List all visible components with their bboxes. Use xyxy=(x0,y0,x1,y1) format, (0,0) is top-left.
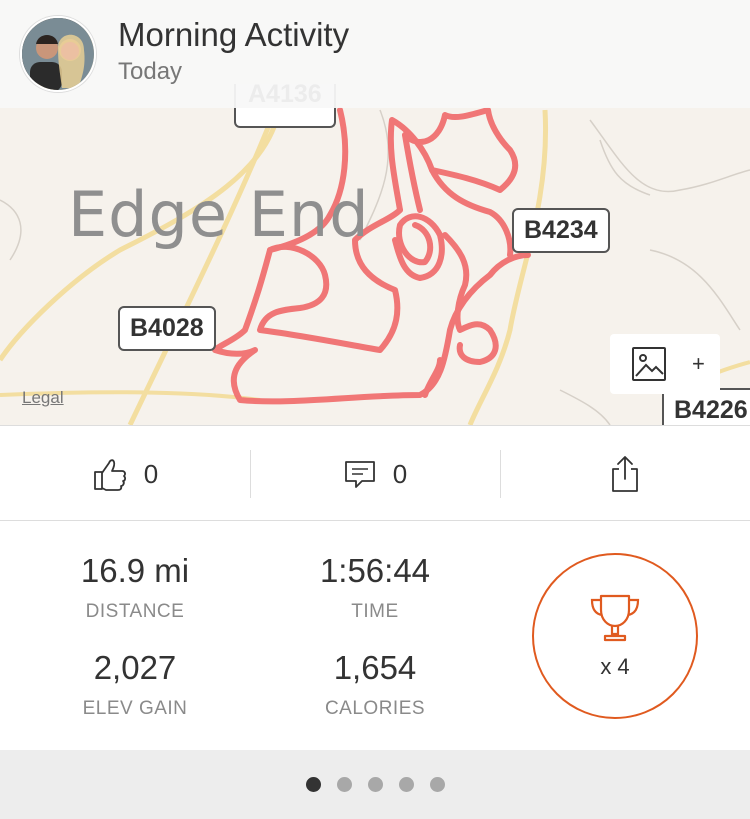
activity-card: Edge End A4136 B4028 B4234 B4226 Legal + xyxy=(0,0,750,819)
calories-value: 1,654 xyxy=(333,649,417,686)
page-indicator xyxy=(0,750,750,819)
elev-gain-value: 2,027 xyxy=(93,649,177,686)
elev-gain-label: ELEV GAIN xyxy=(82,698,188,719)
stat-time: 1:56:44 TIME xyxy=(255,551,495,623)
time-label: TIME xyxy=(351,601,399,622)
stat-elev-gain: 2,027 ELEV GAIN xyxy=(15,648,255,720)
page-dot[interactable] xyxy=(305,777,321,792)
share-icon xyxy=(612,456,638,492)
kudos-count: 0 xyxy=(143,458,159,489)
achievements-button[interactable]: x 4 xyxy=(532,553,698,719)
road-badge-b4028: B4028 xyxy=(118,306,216,351)
page-dot[interactable] xyxy=(367,777,383,792)
activity-stats: 16.9 mi DISTANCE 1:56:44 TIME 2,027 ELEV… xyxy=(0,521,750,750)
comment-icon xyxy=(344,461,375,488)
road-badge-b4234: B4234 xyxy=(512,208,610,253)
avatar[interactable] xyxy=(20,16,96,92)
distance-label: DISTANCE xyxy=(85,601,185,622)
achievements-count: x 4 xyxy=(600,654,630,679)
page-dot[interactable] xyxy=(336,777,352,792)
time-value: 1:56:44 xyxy=(319,552,431,589)
share-button[interactable] xyxy=(500,426,750,522)
page-dot[interactable] xyxy=(429,777,445,792)
stat-distance: 16.9 mi DISTANCE xyxy=(15,551,255,623)
comments-count: 0 xyxy=(392,458,408,489)
calories-label: CALORIES xyxy=(324,698,426,719)
activity-date: Today xyxy=(118,58,183,85)
photo-icon xyxy=(632,347,666,381)
comment-button[interactable]: 0 xyxy=(250,426,500,522)
kudos-button[interactable]: 0 xyxy=(0,426,250,522)
trophy-icon xyxy=(590,594,640,642)
add-photo-button[interactable]: + xyxy=(610,334,720,394)
stat-calories: 1,654 CALORIES xyxy=(255,648,495,720)
page-dot[interactable] xyxy=(398,777,414,792)
distance-value: 16.9 mi xyxy=(80,552,190,589)
action-bar: 0 0 xyxy=(0,425,750,521)
activity-header: Morning Activity Today xyxy=(0,0,750,108)
thumbs-up-icon xyxy=(93,459,126,491)
legal-link[interactable]: Legal xyxy=(22,388,64,408)
route-line xyxy=(212,107,531,405)
place-label: Edge End xyxy=(68,178,370,251)
plus-icon: + xyxy=(692,351,705,376)
activity-title[interactable]: Morning Activity xyxy=(118,15,349,55)
